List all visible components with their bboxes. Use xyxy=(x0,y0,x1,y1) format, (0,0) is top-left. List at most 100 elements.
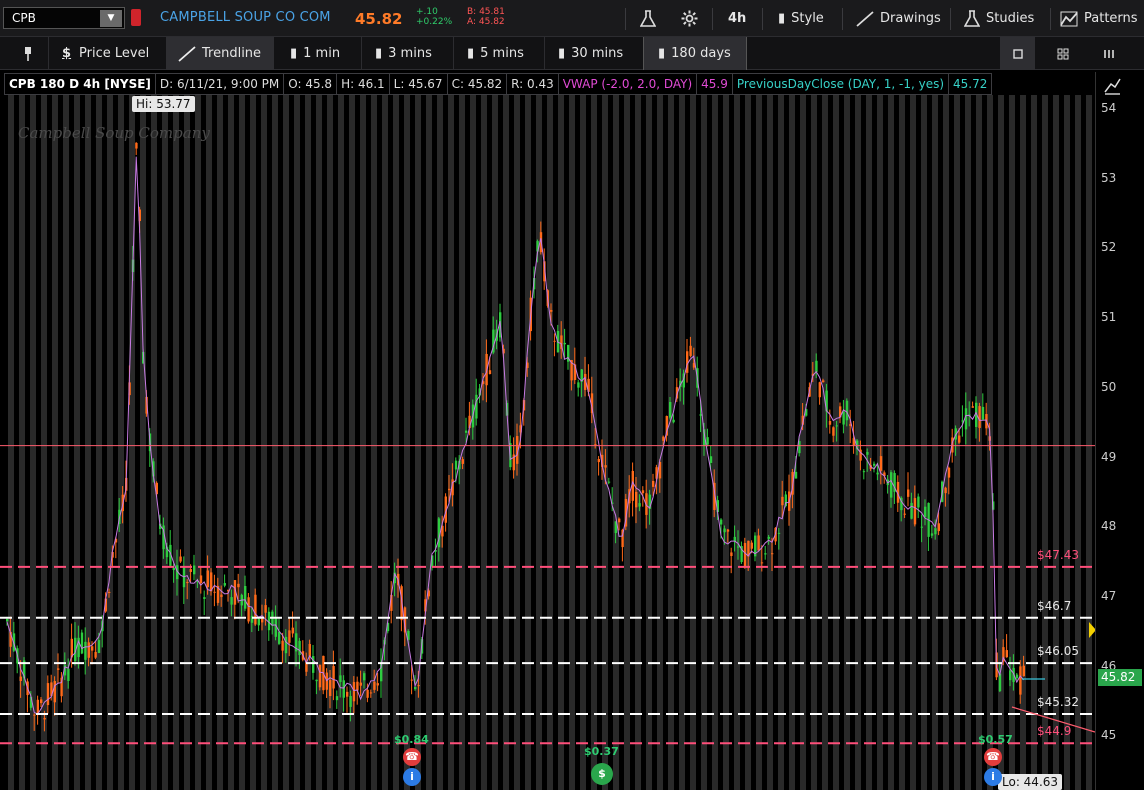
earnings-event-icon[interactable]: ☎ xyxy=(984,748,1002,766)
candle-body xyxy=(87,642,90,658)
flask-button[interactable] xyxy=(640,5,656,32)
session-band xyxy=(668,95,674,790)
candle-body xyxy=(947,467,951,478)
timeframe-180days[interactable]: ▮ 180 days xyxy=(643,37,747,70)
session-band xyxy=(767,95,773,790)
candle-body xyxy=(767,536,770,539)
candlestick-icon: ▮ xyxy=(375,46,383,61)
candle-body xyxy=(866,451,869,455)
candle-body xyxy=(1019,666,1022,695)
trading-chart-window: CPB ▼ CAMPBELL SOUP CO COM 45.82 +.10 +0… xyxy=(0,0,1144,790)
timeframe-3min[interactable]: ▮ 3 mins xyxy=(375,37,432,70)
bar-date: D: 6/11/21, 9:00 PM xyxy=(154,73,285,95)
candle-body xyxy=(335,696,339,701)
session-band xyxy=(195,95,201,790)
candle-body xyxy=(410,679,413,681)
candle-body xyxy=(94,651,97,658)
info-event-icon[interactable]: i xyxy=(984,768,1002,786)
candle-body xyxy=(723,528,726,533)
aggregation-select[interactable]: 4h xyxy=(728,5,746,32)
candle-body xyxy=(550,310,553,312)
session-band xyxy=(426,95,432,790)
dividend-event-icon[interactable]: $ xyxy=(591,763,613,785)
patterns-icon xyxy=(1060,11,1078,26)
session-band xyxy=(173,95,179,790)
patterns-label: Patterns xyxy=(1084,11,1138,26)
trendline-icon xyxy=(178,45,196,62)
toolbar-divider xyxy=(544,37,545,70)
candle-body xyxy=(594,444,597,446)
prev-close-study-label[interactable]: PreviousDayClose (DAY, 1, -1, yes) xyxy=(731,73,950,95)
candle-body xyxy=(1015,674,1019,679)
bar-open: O: 45.8 xyxy=(283,73,338,95)
candle-body xyxy=(760,562,764,564)
candle-body xyxy=(199,575,203,583)
session-band xyxy=(250,95,256,790)
candle-body xyxy=(91,646,94,651)
trendline-tool[interactable]: Trendline xyxy=(166,37,274,70)
candle-body xyxy=(944,487,947,494)
session-band xyxy=(272,95,278,790)
pin-button[interactable] xyxy=(14,37,42,70)
candle-body xyxy=(257,618,260,626)
studies-menu[interactable]: Studies xyxy=(964,5,1034,32)
candle-body xyxy=(172,567,175,571)
candle-body xyxy=(709,456,713,463)
price-chart[interactable] xyxy=(0,95,1095,790)
session-band xyxy=(393,95,399,790)
grid-layout-button[interactable] xyxy=(1046,37,1080,70)
candle-body xyxy=(890,472,893,498)
timeframe-label: 3 mins xyxy=(388,46,432,61)
expand-icon[interactable] xyxy=(1102,76,1122,96)
candle-body xyxy=(312,656,315,673)
drawing-line-icon xyxy=(856,10,874,27)
session-band xyxy=(1053,95,1059,790)
candle-body xyxy=(414,686,417,690)
candle-body xyxy=(818,382,821,398)
price-change: +.10 +0.22% xyxy=(416,7,452,27)
style-menu[interactable]: ▮ Style xyxy=(778,5,824,32)
session-band xyxy=(129,95,135,790)
candle-body xyxy=(873,463,876,466)
earnings-event-icon[interactable]: ☎ xyxy=(403,748,421,766)
candle-body xyxy=(815,360,818,373)
vwap-study-label[interactable]: VWAP (-2.0, 2.0, DAY) xyxy=(557,73,698,95)
candle-body xyxy=(845,400,849,421)
candle-body xyxy=(376,683,379,686)
session-band xyxy=(206,95,212,790)
candle-body xyxy=(349,695,352,707)
price-level-tool[interactable]: $ Price Level xyxy=(62,37,149,70)
timeframe-1min[interactable]: ▮ 1 min xyxy=(290,37,340,70)
patterns-menu[interactable]: Patterns xyxy=(1060,5,1138,32)
candle-body xyxy=(53,680,56,703)
symbol-dropdown-icon[interactable]: ▼ xyxy=(100,10,122,27)
all-layout-button[interactable] xyxy=(1092,37,1126,70)
candle-body xyxy=(332,665,335,689)
candle-body xyxy=(281,640,284,651)
candle-body xyxy=(363,673,366,681)
timeframe-30min[interactable]: ▮ 30 mins xyxy=(558,37,623,70)
session-band xyxy=(811,95,817,790)
session-band xyxy=(492,95,498,790)
timeframe-label: 30 mins xyxy=(571,46,624,61)
session-band xyxy=(943,95,949,790)
toolbar-divider xyxy=(1050,8,1051,30)
timeframe-5min[interactable]: ▮ 5 mins xyxy=(467,37,524,70)
session-band xyxy=(888,95,894,790)
candle-body xyxy=(33,714,36,716)
candle-body xyxy=(488,370,492,375)
bar-high: H: 46.1 xyxy=(336,73,390,95)
drawings-menu[interactable]: Drawings xyxy=(856,5,941,32)
bars-icon xyxy=(1104,49,1114,58)
settings-button[interactable] xyxy=(681,5,698,32)
alert-icon[interactable] xyxy=(131,9,141,26)
toolbar-divider xyxy=(48,37,49,70)
low-label: Lo: 44.63 xyxy=(998,774,1063,790)
single-layout-button[interactable] xyxy=(1000,37,1035,70)
price-axis-tick: 47 xyxy=(1101,588,1117,603)
candle-body xyxy=(223,583,226,586)
candle-body xyxy=(356,681,359,691)
info-event-icon[interactable]: i xyxy=(403,768,421,786)
candle-body xyxy=(934,528,937,535)
candle-body xyxy=(6,618,9,622)
